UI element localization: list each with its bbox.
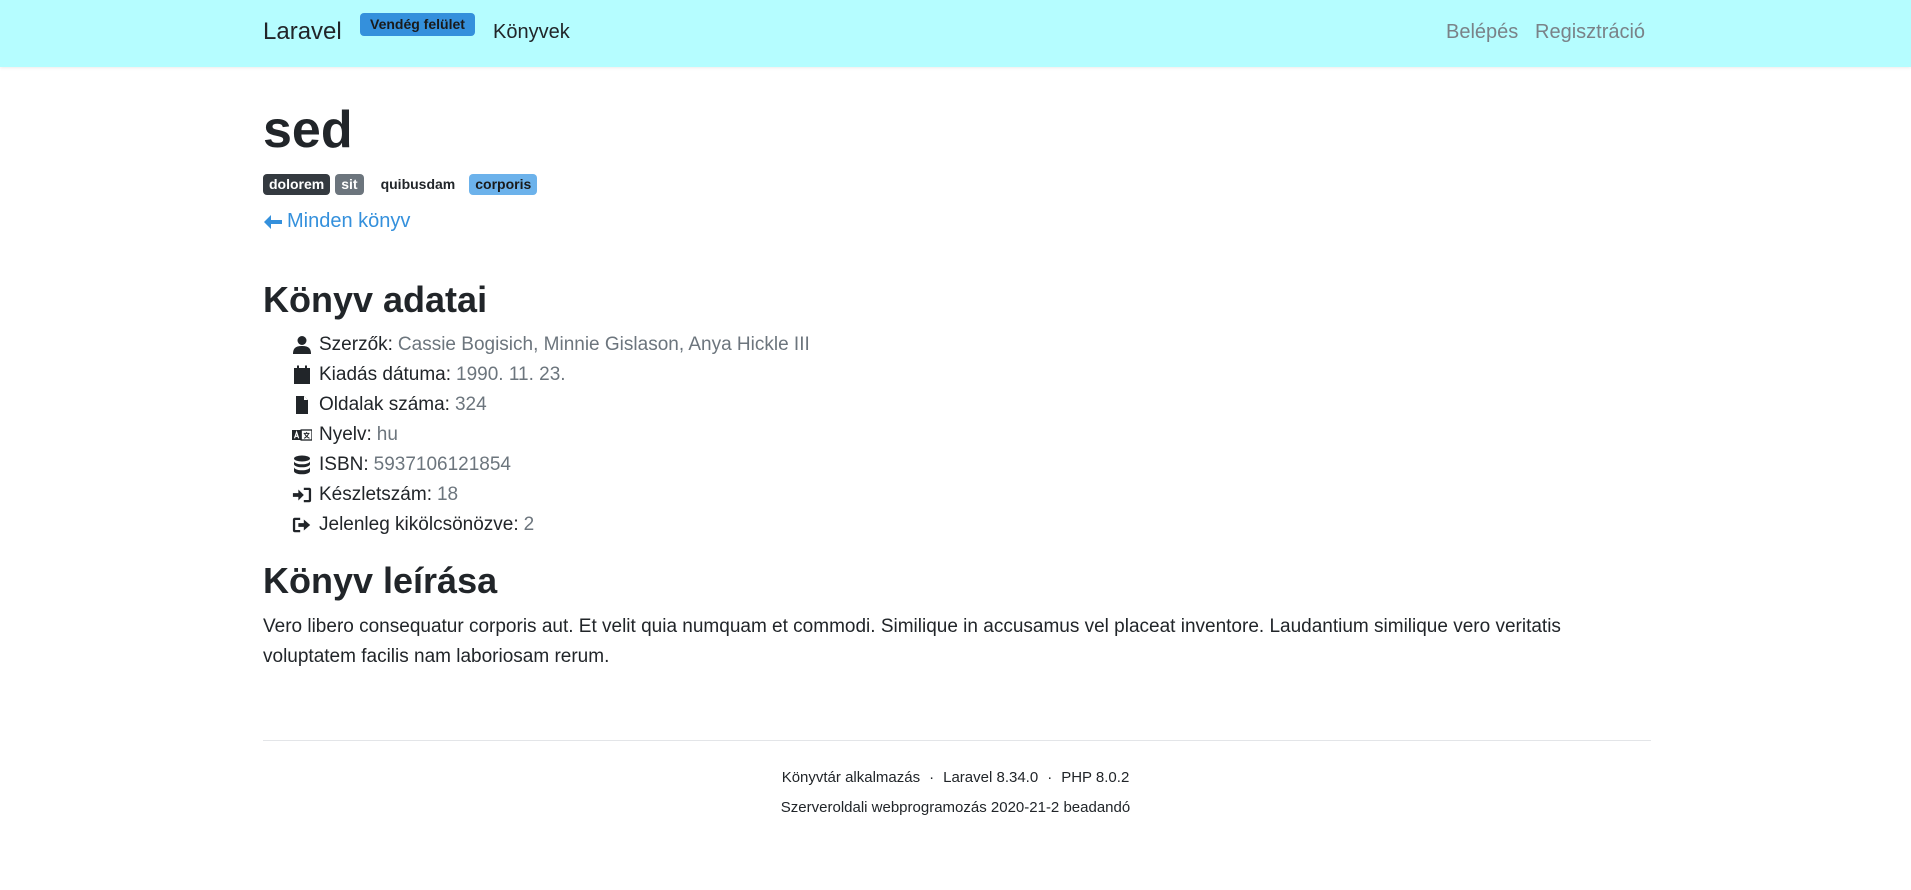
detail-value: Cassie Bogisich, Minnie Gislason, Anya H… xyxy=(397,334,810,355)
user-icon xyxy=(291,335,313,355)
footer-course: Szerveroldali webprogramozás 2020-21-2 b… xyxy=(780,799,1131,816)
footer-divider xyxy=(263,740,1651,741)
database-icon xyxy=(291,455,313,475)
detail-borrowed: Jelenleg kikölcsönözve: 2 xyxy=(291,510,810,540)
login-link[interactable]: Belépés xyxy=(1446,21,1518,44)
detail-value: 18 xyxy=(436,484,459,505)
tag-badge: quibusdam xyxy=(380,176,456,192)
register-link[interactable]: Regisztráció xyxy=(1535,21,1645,44)
all-books-link[interactable]: Minden könyv xyxy=(263,210,410,233)
footer-separator: · xyxy=(1047,769,1053,786)
book-description: Vero libero consequatur corporis aut. Et… xyxy=(263,616,1561,667)
sign-in-icon xyxy=(291,485,313,505)
detail-label: Szerzők: xyxy=(319,334,393,355)
detail-value: 5937106121854 xyxy=(373,454,511,475)
tag-badge: dolorem xyxy=(263,174,331,195)
file-icon xyxy=(291,395,313,415)
detail-authors: Szerzők: Cassie Bogisich, Minnie Gislaso… xyxy=(291,330,810,360)
detail-value: 2 xyxy=(523,514,535,535)
navbar: Laravel Vendég felület Könyvek Belépés R… xyxy=(0,0,1911,67)
book-title: sed xyxy=(263,101,353,159)
all-books-label: Minden könyv xyxy=(287,210,411,232)
nav-books-link[interactable]: Könyvek xyxy=(493,21,570,44)
footer-separator: · xyxy=(929,769,935,786)
detail-label: Nyelv: xyxy=(319,424,372,445)
footer-php-version: PHP 8.0.2 xyxy=(1061,769,1130,786)
description-heading: Könyv leírása xyxy=(263,560,498,601)
detail-label: ISBN: xyxy=(319,454,369,475)
detail-label: Készletszám: xyxy=(319,484,432,505)
guest-badge: Vendég felület xyxy=(360,13,475,36)
detail-value: 1990. 11. 23. xyxy=(456,364,566,385)
footer-info: Könyvtár alkalmazás · Laravel 8.34.0 · PHP 8… xyxy=(0,769,1911,786)
detail-label: Oldalak száma: xyxy=(319,394,450,415)
detail-release-date: Kiadás dátuma: 1990. 11. 23. xyxy=(291,360,810,390)
detail-stock: Készletszám: 18 xyxy=(291,480,810,510)
footer-app-name: Könyvtár alkalmazás xyxy=(781,769,921,786)
sign-out-icon xyxy=(291,515,313,535)
detail-label: Kiadás dátuma: xyxy=(319,364,452,385)
tag-badge: sit xyxy=(335,174,364,195)
details-heading: Könyv adatai xyxy=(263,279,488,320)
brand-link[interactable]: Laravel xyxy=(263,18,342,46)
details-list: Szerzők: Cassie Bogisich, Minnie Gislaso… xyxy=(291,330,810,540)
language-icon xyxy=(291,425,313,445)
detail-language: Nyelv: hu xyxy=(291,420,810,450)
detail-label: Jelenleg kikölcsönözve: xyxy=(319,514,519,535)
detail-value: hu xyxy=(376,424,398,445)
detail-isbn: ISBN: 5937106121854 xyxy=(291,450,810,480)
arrow-left-icon xyxy=(264,214,282,229)
tag-list: dolorem sit quibusdam corporis xyxy=(263,174,542,195)
detail-pages: Oldalak száma: 324 xyxy=(291,390,810,420)
footer-laravel-version: Laravel 8.34.0 xyxy=(943,769,1039,786)
calendar-icon xyxy=(291,365,313,385)
tag-badge: corporis xyxy=(469,174,538,195)
detail-value: 324 xyxy=(454,394,487,415)
